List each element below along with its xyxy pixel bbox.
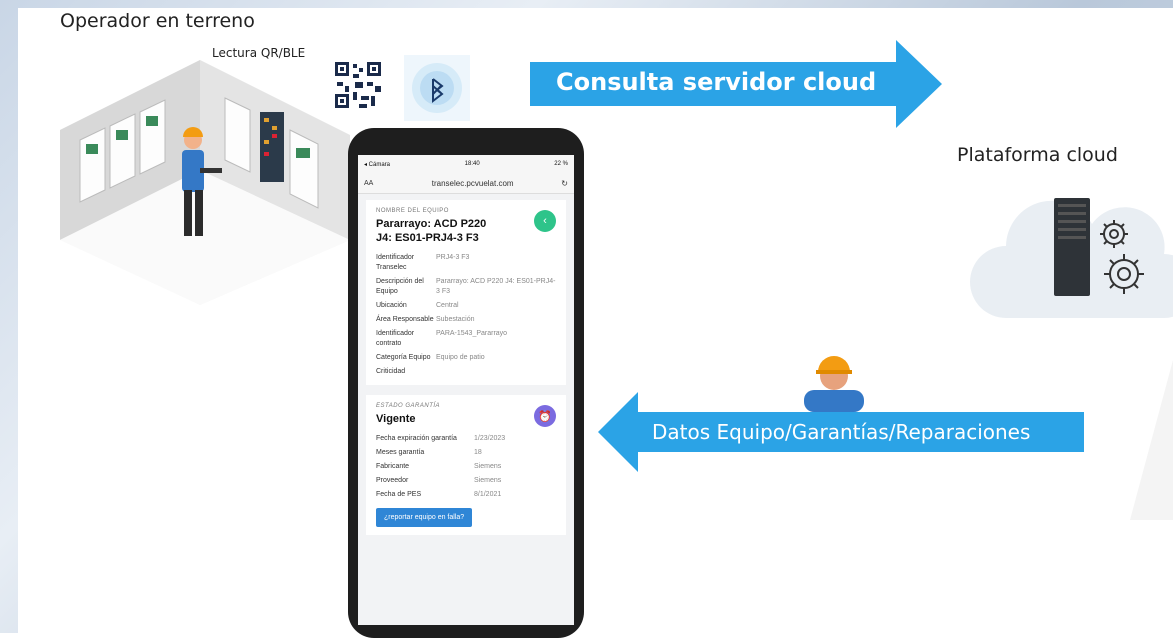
alarm-button[interactable]: ⏰ — [534, 405, 556, 427]
warranty-status: Vigente — [376, 413, 416, 425]
info-row: Categoría Equipo Equipo de patio — [376, 354, 485, 361]
back-button[interactable]: ‹ — [534, 210, 556, 232]
warranty-card: ESTADO GARANTÍA Vigente ⏰ Fecha expiraci… — [366, 395, 566, 535]
status-left: ◂ Cámara — [364, 161, 391, 168]
equipment-title-line2: J4: ES01-PRJ4-3 F3 — [376, 232, 479, 244]
browser-url-bar[interactable]: AA transelec.pcvuelat.com ↻ — [358, 173, 574, 194]
worker-icon — [804, 356, 864, 412]
equipment-card: NOMBRE DEL EQUIPO Pararrayo: ACD P220 J4… — [366, 200, 566, 385]
phone-status-bar: ◂ Cámara 18:40 22 % — [358, 155, 574, 173]
data-arrow-label: Datos Equipo/Garantías/Reparaciones — [652, 420, 1031, 444]
status-battery: 22 % — [554, 161, 568, 167]
operator-label: Operador en terreno — [60, 10, 255, 32]
status-time: 18:40 — [464, 161, 480, 167]
info-row: Identificador contrato PARA-1543_Pararray… — [376, 330, 508, 347]
qr-code-icon — [333, 60, 383, 110]
warranty-row: Fabricante Siemens — [376, 463, 502, 470]
cloud-label: Plataforma cloud — [957, 144, 1118, 166]
warranty-row: Meses garantía 18 — [376, 449, 482, 456]
equipment-header: NOMBRE DEL EQUIPO — [376, 208, 449, 214]
warranty-row: Fecha expiración garantía 1/23/2023 — [376, 435, 506, 442]
info-row: Identificador Transelec PRJ4-3 F3 — [376, 254, 470, 271]
bluetooth-icon — [404, 55, 470, 121]
url-text[interactable]: transelec.pcvuelat.com — [384, 179, 561, 188]
info-row: Criticidad — [376, 368, 406, 375]
substation-room-illustration — [60, 60, 350, 305]
info-row: Ubicación Central — [376, 302, 459, 309]
back-icon: ‹ — [543, 215, 547, 227]
reload-icon[interactable]: ↻ — [561, 179, 568, 188]
decorative-shape — [1130, 360, 1173, 520]
text-size-button[interactable]: AA — [364, 180, 384, 187]
report-failure-button[interactable]: ¿reportar equipo en falla? — [376, 508, 473, 527]
warranty-row: Fecha de PES 8/1/2021 — [376, 491, 502, 498]
server-icon — [1054, 198, 1090, 296]
query-arrow-label: Consulta servidor cloud — [556, 68, 877, 96]
equipment-title-line1: Pararrayo: ACD P220 — [376, 218, 487, 230]
info-row: Descripción del Equipo Pararrayo: ACD P22… — [376, 278, 556, 295]
alarm-clock-icon: ⏰ — [538, 410, 552, 423]
warranty-row: Proveedor Siemens — [376, 477, 502, 484]
gear-icon — [1100, 220, 1144, 294]
warranty-header: ESTADO GARANTÍA — [376, 403, 441, 409]
phone-screen: ◂ Cámara 18:40 22 % AA transelec.pcvuela… — [358, 155, 574, 625]
info-row: Área Responsable Subestación — [376, 316, 475, 323]
